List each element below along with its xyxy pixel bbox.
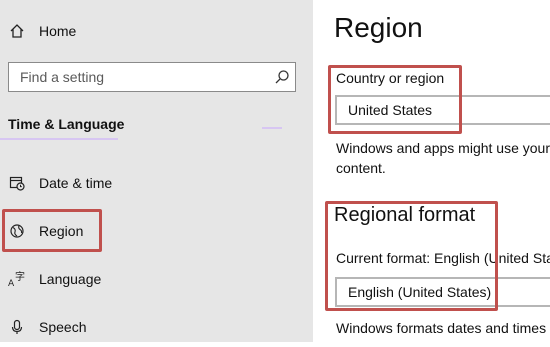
language-icon: A字 bbox=[8, 270, 26, 288]
search-icon[interactable] bbox=[274, 69, 290, 85]
regional-format-description: Windows formats dates and times bbox=[336, 320, 547, 336]
sidebar-item-label: Date & time bbox=[39, 175, 113, 191]
divider bbox=[0, 138, 118, 140]
sidebar-item-label: Speech bbox=[39, 319, 87, 335]
svg-text:A: A bbox=[8, 279, 15, 288]
country-description: Windows and apps might use your content. bbox=[336, 140, 550, 176]
section-heading: Time & Language bbox=[8, 116, 125, 132]
highlight-country bbox=[328, 65, 462, 134]
sidebar-item-speech[interactable]: Speech bbox=[0, 307, 313, 347]
highlight-region-item bbox=[2, 209, 102, 252]
main-content: Region Country or region United States W… bbox=[313, 0, 550, 342]
divider bbox=[262, 127, 282, 129]
search-box[interactable] bbox=[8, 62, 296, 92]
sidebar-item-home[interactable]: Home bbox=[0, 11, 313, 51]
sidebar-item-label: Language bbox=[39, 271, 102, 287]
sidebar-item-label: Home bbox=[39, 23, 77, 39]
page-title: Region bbox=[334, 12, 423, 43]
calendar-clock-icon bbox=[8, 174, 26, 192]
sidebar-item-date-time[interactable]: Date & time bbox=[0, 163, 313, 203]
highlight-regional-format bbox=[325, 201, 498, 311]
sidebar-item-language[interactable]: A字 Language bbox=[0, 259, 313, 299]
sidebar: Home Time & Language Date & time Region … bbox=[0, 0, 313, 342]
search-input[interactable] bbox=[9, 63, 275, 91]
svg-text:字: 字 bbox=[15, 270, 25, 283]
microphone-icon bbox=[8, 318, 26, 336]
home-icon bbox=[8, 22, 26, 40]
